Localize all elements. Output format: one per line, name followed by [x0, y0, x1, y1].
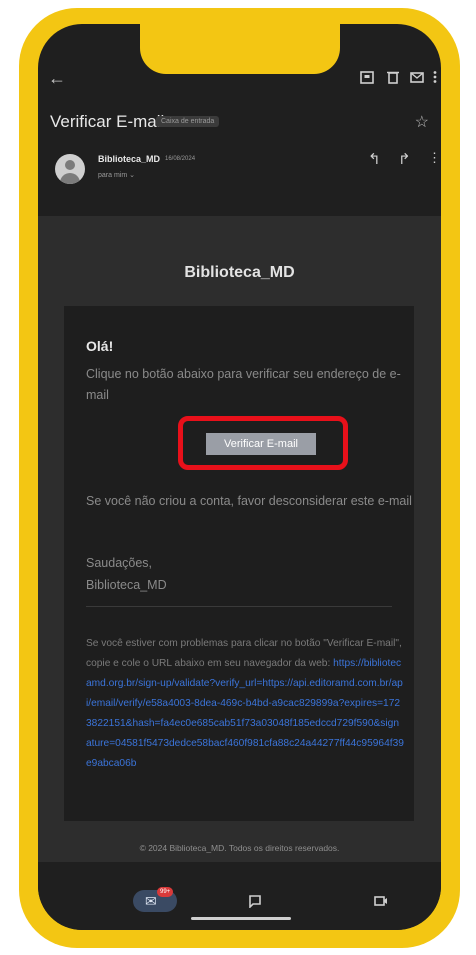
- recipient-details-toggle[interactable]: para mim ⌄: [98, 171, 135, 179]
- inbox-label-chip[interactable]: Caixa de entrada: [156, 116, 220, 127]
- divider: [86, 606, 392, 607]
- sender-date: 16/08/2024: [165, 156, 196, 162]
- verification-link[interactable]: https://bibliotecamd.org.br/sign-up/vali…: [86, 658, 404, 769]
- email-brand-header: Biblioteca_MD: [184, 264, 295, 281]
- unread-badge: 99+: [157, 887, 174, 897]
- mark-unread-icon[interactable]: [410, 70, 424, 84]
- ignore-note: Se você não criou a conta, favor descons…: [86, 494, 412, 508]
- star-icon[interactable]: ☆: [415, 112, 429, 132]
- bottom-nav: ✉ 99+: [38, 882, 441, 930]
- nav-mail[interactable]: ✉ 99+: [133, 887, 177, 912]
- mail-icon: ✉: [145, 893, 157, 909]
- email-card: Olá! Clique no botão abaixo para verific…: [64, 306, 414, 821]
- meet-icon[interactable]: [374, 894, 388, 908]
- intro-text: Clique no botão abaixo para verificar se…: [86, 367, 401, 402]
- regards: Saudações, Biblioteca_MD: [86, 552, 167, 596]
- chat-icon[interactable]: [248, 894, 262, 908]
- home-indicator: [191, 917, 291, 920]
- troubleshoot-text: Se você estiver com problemas para clica…: [86, 634, 404, 774]
- email-subject: Verificar E-mail: [50, 112, 165, 131]
- sender-name: Biblioteca_MD: [98, 154, 161, 164]
- phone-screen: ← Verificar E-mail Caixa de entrada ☆ Bi…: [38, 24, 441, 930]
- sender-row: Biblioteca_MD 16/08/2024 para mim ⌄ ↰ ↱ …: [38, 150, 441, 196]
- back-arrow-icon[interactable]: ←: [48, 68, 66, 89]
- email-body: Biblioteca_MD Olá! Clique no botão abaix…: [38, 216, 441, 862]
- signature: Biblioteca_MD: [86, 578, 167, 592]
- more-vert-icon[interactable]: [432, 70, 438, 84]
- greeting: Olá!: [86, 338, 114, 354]
- regards-line: Saudações,: [86, 556, 153, 570]
- reply-icon[interactable]: ↰: [368, 150, 381, 168]
- forward-icon[interactable]: ↱: [398, 150, 411, 168]
- archive-icon[interactable]: [360, 70, 374, 84]
- delete-icon[interactable]: [386, 70, 400, 84]
- more-vert-icon[interactable]: ⋮: [428, 150, 441, 166]
- highlight-box: [178, 416, 348, 470]
- toolbar: ←: [38, 64, 441, 100]
- phone-frame: ← Verificar E-mail Caixa de entrada ☆ Bi…: [19, 8, 460, 948]
- avatar[interactable]: [55, 154, 85, 184]
- email-footer: © 2024 Biblioteca_MD. Todos os direitos …: [139, 843, 340, 853]
- subject-row: Verificar E-mail Caixa de entrada ☆: [38, 108, 441, 138]
